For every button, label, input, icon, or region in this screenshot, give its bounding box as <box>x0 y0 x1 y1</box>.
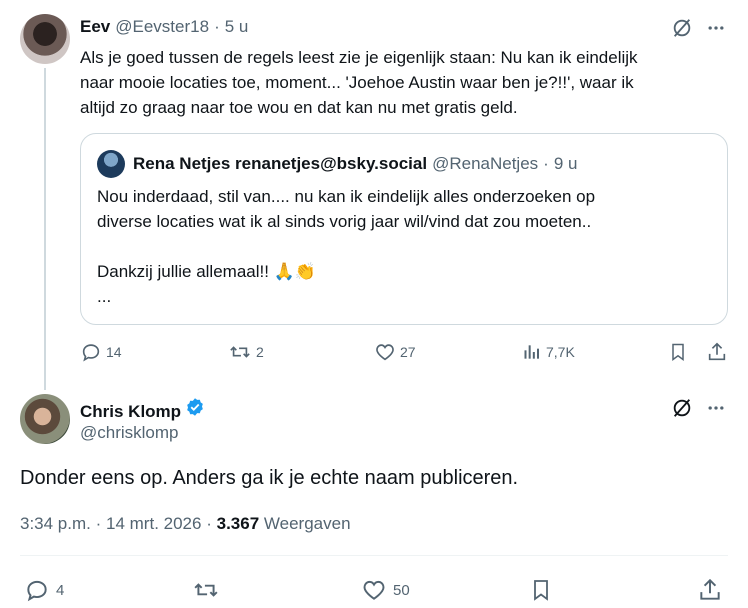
reply-count: 4 <box>56 581 65 599</box>
avatar-rena <box>97 150 125 178</box>
tweet2-time[interactable]: 3:34 p.m. <box>20 514 91 533</box>
repost-button[interactable] <box>192 577 220 603</box>
views-button[interactable]: 7,7K <box>522 341 575 363</box>
repost-icon <box>194 583 218 597</box>
verified-badge-icon[interactable] <box>185 397 205 422</box>
tweet2-text: Donder eens op. Anders ga ik je echte na… <box>20 467 519 489</box>
share-icon <box>708 342 726 361</box>
quote-separator: · <box>543 154 549 173</box>
views-icon <box>524 345 539 359</box>
like-count: 27 <box>400 344 416 360</box>
tweet2-author-handle[interactable]: @chrisklomp <box>80 423 179 443</box>
tweet1-author-handle[interactable]: @Eevster18 <box>115 17 209 37</box>
tweet2-handle-row: @chrisklomp <box>80 423 179 443</box>
thread-connector-line <box>44 68 46 390</box>
reply-icon <box>27 580 47 602</box>
share-button[interactable] <box>706 341 728 363</box>
grok-icon[interactable] <box>670 16 694 40</box>
tweet1-header: Eev @Eevster18 · 5 u <box>80 17 248 37</box>
more-options-icon[interactable] <box>704 396 728 420</box>
tweet1-timestamp[interactable]: 5 u <box>225 17 249 37</box>
reply-button[interactable]: 4 <box>24 577 64 603</box>
views-count: 7,7K <box>546 344 575 360</box>
repost-icon <box>230 346 250 358</box>
tweet1-author-name[interactable]: Eev <box>80 17 110 37</box>
quote-timestamp: 9 u <box>553 154 578 173</box>
grok-icon[interactable] <box>670 396 694 420</box>
quote-header: Rena Netjes renanetjes@bsky.social @Rena… <box>133 154 577 174</box>
avatar-chris-klomp[interactable] <box>20 394 70 444</box>
heart-icon <box>376 344 394 361</box>
meta-separator: · <box>206 514 212 533</box>
reply-button[interactable]: 14 <box>80 341 122 363</box>
bookmark-icon <box>534 580 548 601</box>
heart-icon <box>363 580 385 600</box>
repost-count: 2 <box>256 344 264 360</box>
share-icon <box>700 578 720 600</box>
like-button[interactable]: 27 <box>374 341 416 363</box>
tweet2-name-row: Chris Klomp <box>80 397 205 422</box>
tweet2-date[interactable]: 14 mrt. 2026 <box>106 514 201 533</box>
bookmark-icon <box>672 343 684 361</box>
bookmark-button[interactable] <box>668 341 688 363</box>
divider <box>20 555 728 556</box>
tweet2-views-count: 3.367 <box>216 514 260 533</box>
reply-icon <box>82 344 100 362</box>
repost-button[interactable]: 2 <box>228 341 264 363</box>
tweet2-views-label: Weergaven <box>263 514 351 533</box>
quote-author-handle: @RenaNetjes <box>432 154 539 173</box>
tweet2-author-name[interactable]: Chris Klomp <box>80 402 181 422</box>
tweet1-separator: · <box>214 17 220 36</box>
tweet2-meta: 3:34 p.m. · 14 mrt. 2026 · 3.367 Weergav… <box>20 514 351 534</box>
like-count: 50 <box>393 581 410 599</box>
quote-author-name: Rena Netjes renanetjes@bsky.social <box>133 154 428 173</box>
share-button[interactable] <box>697 577 723 603</box>
like-button[interactable]: 50 <box>361 577 410 603</box>
tweet1-text: Als je goed tussen de regels leest zie j… <box>80 48 638 117</box>
bookmark-button[interactable] <box>529 577 553 603</box>
reply-count: 14 <box>106 344 122 360</box>
quote-text: Nou inderdaad, stil van.... nu kan ik ei… <box>97 187 596 306</box>
more-options-icon[interactable] <box>704 16 728 40</box>
avatar-eev[interactable] <box>20 14 70 64</box>
meta-separator: · <box>95 514 102 533</box>
quoted-tweet-card[interactable]: Rena Netjes renanetjes@bsky.social @Rena… <box>80 133 728 325</box>
